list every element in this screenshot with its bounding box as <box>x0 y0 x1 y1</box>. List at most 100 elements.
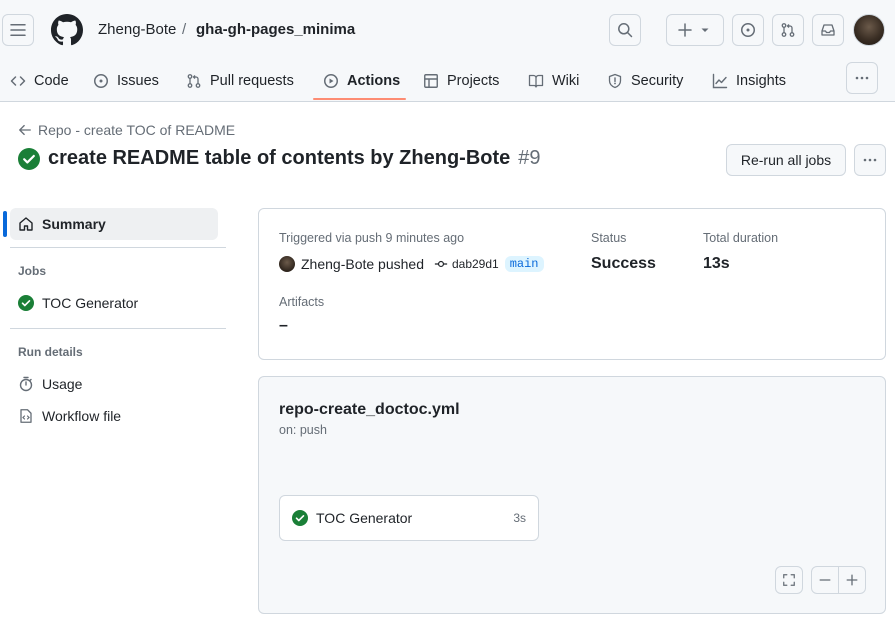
code-icon <box>10 76 26 86</box>
sidebar-divider <box>10 328 226 329</box>
run-more-button[interactable] <box>854 144 886 176</box>
active-tab-indicator <box>313 98 406 100</box>
actor-avatar[interactable] <box>279 256 295 272</box>
search-icon <box>618 23 633 38</box>
tab-wiki[interactable]: Wiki <box>528 60 579 102</box>
back-to-workflow-link[interactable]: Repo - create TOC of README <box>18 122 235 138</box>
artifacts-value: – <box>279 317 288 334</box>
menu-button[interactable] <box>2 14 34 46</box>
top-bar: Zheng-Bote / gha-gh-pages_minima <box>0 0 895 60</box>
tab-code-label: Code <box>34 73 69 89</box>
sidebar-item-usage[interactable]: Usage <box>18 376 82 392</box>
play-icon <box>324 74 338 88</box>
check-circle-fill-icon <box>292 510 308 526</box>
tab-projects[interactable]: Projects <box>423 60 499 102</box>
table-icon <box>424 74 438 88</box>
tab-issues[interactable]: Issues <box>93 60 159 102</box>
artifacts-label: Artifacts <box>279 295 325 309</box>
workflow-graph-card: repo-create_doctoc.yml on: push TOC Gene… <box>258 376 886 614</box>
issue-opened-icon <box>741 23 755 37</box>
run-title: create README table of contents by Zheng… <box>18 147 541 170</box>
trigger-text: Triggered via push 9 minutes ago <box>279 231 465 245</box>
tab-actions[interactable]: Actions <box>323 60 400 102</box>
check-circle-fill-icon <box>18 295 34 311</box>
search-button[interactable] <box>609 14 641 46</box>
kebab-horizontal-icon <box>863 158 877 162</box>
stopwatch-icon <box>19 376 33 392</box>
zoom-in-button[interactable] <box>838 566 866 594</box>
create-new-button[interactable] <box>666 14 724 46</box>
file-code-icon <box>20 409 32 423</box>
sidebar-active-indicator <box>3 211 7 237</box>
hamburger-icon <box>10 24 26 36</box>
run-number: #9 <box>518 147 541 169</box>
repo-nav: Code Issues Pull requests Actions Projec… <box>0 60 895 102</box>
sidebar-item-summary[interactable]: Summary <box>10 208 218 240</box>
tab-security[interactable]: Security <box>607 60 683 102</box>
tab-code[interactable]: Code <box>10 60 69 102</box>
book-icon <box>528 74 544 88</box>
status-label: Status <box>591 231 627 245</box>
duration-label: Total duration <box>703 231 779 245</box>
tab-security-label: Security <box>631 73 684 89</box>
dash-icon <box>819 579 831 581</box>
fit-to-screen-button[interactable] <box>775 566 803 594</box>
triangle-down-icon <box>701 28 709 32</box>
pull-requests-button[interactable] <box>772 14 804 46</box>
sidebar-workflow-file-label: Workflow file <box>42 408 122 424</box>
job-node[interactable]: TOC Generator 3s <box>279 495 539 541</box>
breadcrumb-separator: / <box>182 21 187 38</box>
kebab-horizontal-icon <box>855 76 869 80</box>
sidebar-job-label: TOC Generator <box>42 295 139 311</box>
tab-pull-requests[interactable]: Pull requests <box>186 60 294 102</box>
check-circle-fill-icon <box>18 147 40 170</box>
workflow-trigger: on: push <box>279 423 327 437</box>
issues-button[interactable] <box>732 14 764 46</box>
sidebar-jobs-heading: Jobs <box>18 264 47 278</box>
branch-badge[interactable]: main <box>504 256 544 272</box>
sidebar-usage-label: Usage <box>42 376 83 392</box>
sidebar-run-details-heading: Run details <box>18 345 83 359</box>
zoom-out-button[interactable] <box>811 566 839 594</box>
git-pull-request-icon <box>781 23 795 37</box>
job-node-name: TOC Generator <box>316 510 413 526</box>
inbox-icon <box>821 24 835 36</box>
breadcrumb-repo[interactable]: gha-gh-pages_minima <box>196 21 355 38</box>
inbox-button[interactable] <box>812 14 844 46</box>
actor-text[interactable]: Zheng-Bote pushed <box>301 256 424 272</box>
tab-actions-label: Actions <box>347 73 401 89</box>
graph-icon <box>712 73 728 89</box>
sidebar-divider <box>10 247 226 248</box>
breadcrumb-owner[interactable]: Zheng-Bote <box>98 21 176 38</box>
tab-projects-label: Projects <box>447 73 500 89</box>
arrow-left-icon <box>19 124 31 136</box>
plus-icon <box>678 23 692 37</box>
plus-icon <box>846 574 858 586</box>
duration-value[interactable]: 13s <box>703 255 730 273</box>
screen-full-icon <box>783 574 795 586</box>
tab-wiki-label: Wiki <box>552 73 580 89</box>
commit-sha: dab29d1 <box>451 257 499 271</box>
issue-icon <box>94 74 108 88</box>
back-link-label: Repo - create TOC of README <box>38 122 236 138</box>
run-title-text: create README table of contents by Zheng… <box>48 147 511 169</box>
tab-pull-requests-label: Pull requests <box>210 73 294 89</box>
rerun-all-jobs-button[interactable]: Re-run all jobs <box>726 144 846 176</box>
tab-insights-label: Insights <box>736 73 786 89</box>
sidebar-item-job[interactable]: TOC Generator <box>18 295 138 311</box>
user-avatar[interactable] <box>853 14 885 46</box>
tab-insights[interactable]: Insights <box>712 60 786 102</box>
repo-header: Zheng-Bote / gha-gh-pages_minima Code Is… <box>0 0 895 102</box>
status-value: Success <box>591 255 656 272</box>
sidebar-item-workflow-file[interactable]: Workflow file <box>18 408 121 424</box>
job-node-duration: 3s <box>513 511 526 525</box>
shield-icon <box>608 73 622 89</box>
commit-link[interactable]: dab29d1 <box>434 257 499 271</box>
nav-more-button[interactable] <box>846 62 878 94</box>
home-icon <box>19 217 33 231</box>
workflow-file-name: repo-create_doctoc.yml <box>279 401 460 418</box>
git-commit-icon <box>434 260 448 268</box>
tab-issues-label: Issues <box>117 73 159 89</box>
sidebar-summary-label: Summary <box>42 216 106 232</box>
github-logo-icon[interactable] <box>51 14 83 46</box>
